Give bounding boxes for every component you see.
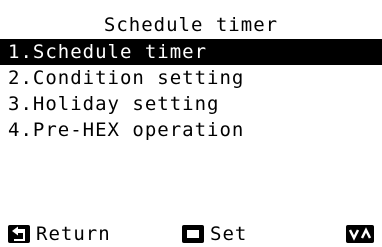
menu-item-pre-hex-operation[interactable]: 4.Pre-HEX operation	[0, 117, 382, 143]
set-button[interactable]: Set	[182, 223, 247, 245]
menu-item-label: 3.Holiday setting	[8, 93, 220, 115]
return-button[interactable]: Return	[8, 223, 111, 245]
menu-item-schedule-timer[interactable]: 1.Schedule timer	[0, 39, 382, 65]
set-square-icon	[182, 225, 204, 243]
menu-list: 1.Schedule timer 2.Condition setting 3.H…	[0, 39, 382, 143]
menu-item-label: 2.Condition setting	[8, 67, 245, 89]
set-label: Set	[210, 223, 248, 245]
menu-item-condition-setting[interactable]: 2.Condition setting	[0, 65, 382, 91]
menu-item-label: 1.Schedule timer	[8, 41, 208, 63]
return-arrow-icon	[8, 225, 30, 243]
up-down-arrows-icon	[346, 225, 374, 243]
menu-item-label: 4.Pre-HEX operation	[8, 119, 245, 141]
footer-bar: Return Set	[0, 223, 382, 245]
navigate-button[interactable]	[346, 223, 374, 245]
menu-item-holiday-setting[interactable]: 3.Holiday setting	[0, 91, 382, 117]
return-label: Return	[36, 223, 111, 245]
controller-screen: Schedule timer 1.Schedule timer 2.Condit…	[0, 0, 382, 247]
screen-title: Schedule timer	[103, 14, 279, 36]
